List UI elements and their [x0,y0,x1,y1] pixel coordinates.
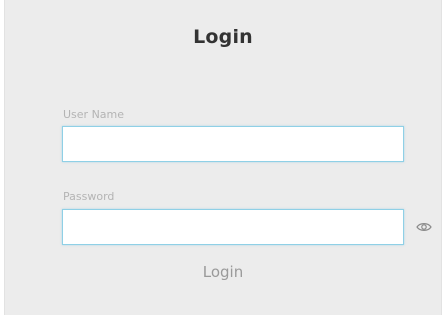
login-title: Login [193,26,253,48]
password-label: Password [63,190,115,203]
login-button[interactable]: Login [5,263,441,281]
eye-icon[interactable] [416,221,432,233]
password-input[interactable] [62,209,404,245]
login-panel: Login User Name Password Login [4,0,442,315]
username-input[interactable] [62,126,404,162]
username-label: User Name [63,108,125,121]
